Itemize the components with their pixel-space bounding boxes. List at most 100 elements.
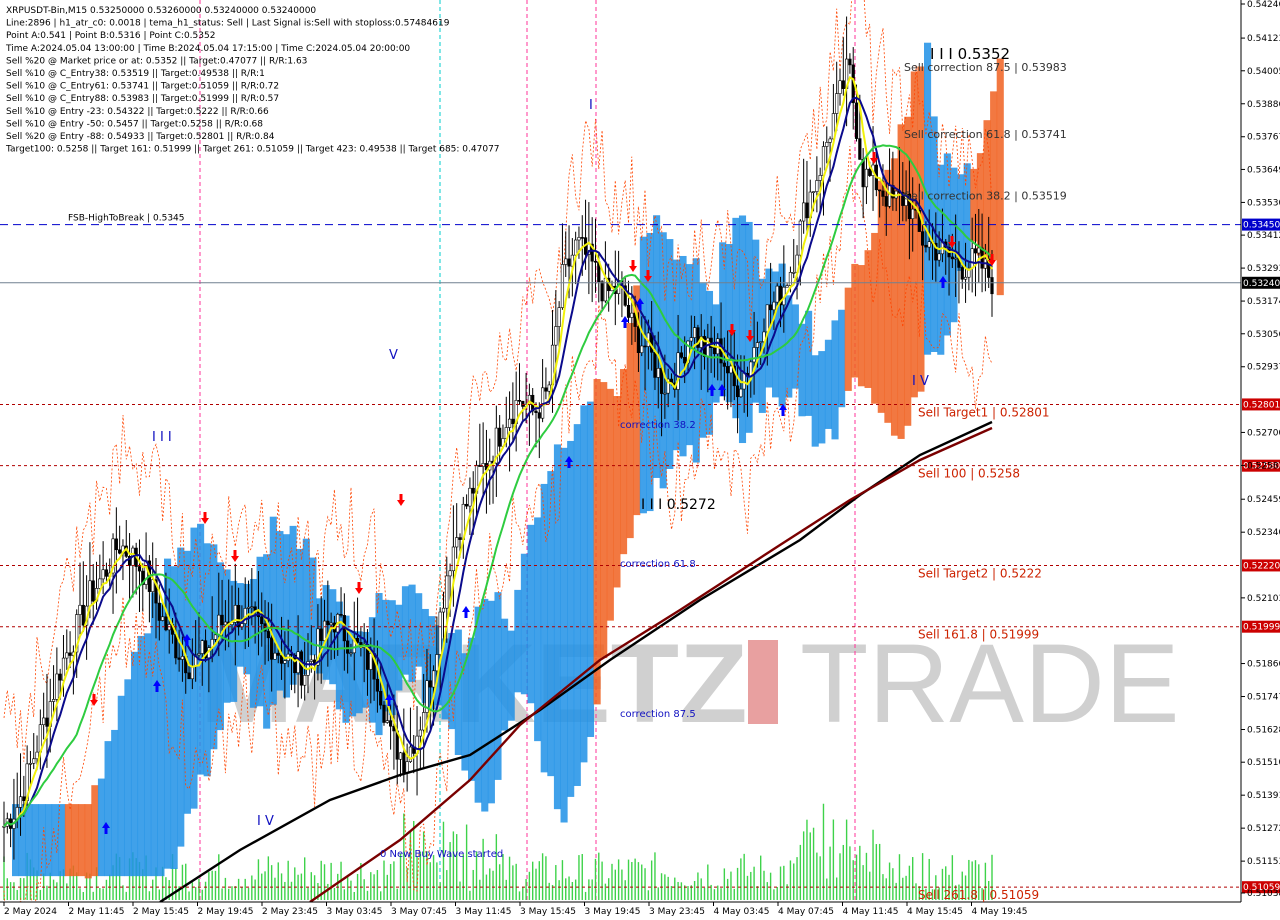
candle-body-102 <box>339 614 343 616</box>
cloud-segment-20 <box>78 804 86 877</box>
candle-body-126 <box>418 729 422 737</box>
level-tag-text-2: 0.52220 <box>1243 561 1280 571</box>
candle-body-9 <box>32 758 36 764</box>
y-tick-label-9: 0.53174 <box>1247 297 1280 307</box>
candle-body-295 <box>977 247 981 254</box>
candle-body-250 <box>828 138 832 143</box>
cloud-segment-18 <box>71 804 79 877</box>
candle-body-98 <box>326 620 330 626</box>
candle-body-247 <box>818 175 822 181</box>
cloud-segment-222 <box>745 221 753 433</box>
candle-body-299 <box>990 277 994 295</box>
cloud-segment-88 <box>302 538 310 675</box>
cloud-segment-298 <box>996 58 1004 296</box>
candle-body-113 <box>375 678 379 692</box>
candle-body-267 <box>884 196 888 207</box>
level-label-2: Sell Target2 | 0.5222 <box>918 566 1042 580</box>
candle-body-130 <box>431 670 436 688</box>
candle-body-164 <box>544 387 548 392</box>
cloud-segment-22 <box>84 804 92 879</box>
cloud-segment-118 <box>401 586 410 675</box>
current-price-tag-text: 0.53240 <box>1243 279 1280 289</box>
correction-label-2: Sell correction 38.2 | 0.53519 <box>904 189 1067 202</box>
candle-body-288 <box>954 257 958 260</box>
candle-body-54 <box>180 656 185 660</box>
candle-body-64 <box>213 634 218 640</box>
candle-body-228 <box>755 342 759 348</box>
y-tick-label-10: 0.53056 <box>1247 330 1280 340</box>
candle-body-278 <box>921 231 925 246</box>
candle-body-120 <box>398 752 403 760</box>
candle-body-293 <box>970 248 974 269</box>
info-line-6: Sell %10 @ C_Entry61: 0.53741 || Target:… <box>6 82 279 92</box>
candle-body-34 <box>114 538 118 551</box>
candle-body-170 <box>564 258 568 265</box>
candle-body-96 <box>319 628 323 641</box>
candle-body-74 <box>246 606 251 609</box>
info-line-1: Line:2896 | h1_atr_c0: 0.0018 | tema_h1_… <box>6 19 450 29</box>
candle-body-150 <box>498 427 502 447</box>
candle-body-31 <box>104 569 109 577</box>
cloud-segment-120 <box>408 584 416 682</box>
x-tick-label-13: 4 May 11:45 <box>843 907 899 917</box>
x-tick-label-1: 2 May 11:45 <box>69 907 125 917</box>
blue-label-1: correction 61.8 <box>620 559 696 570</box>
y-tick-label-24: 0.51038 <box>1247 889 1280 899</box>
candle-body-268 <box>887 185 892 207</box>
info-line-2: Point A:0.541 | Point B:0.5316 | Point C… <box>6 31 215 41</box>
candle-body-135 <box>448 570 452 577</box>
cloud-segment-152 <box>514 589 522 693</box>
info-line-11: Target100: 0.5258 || Target 161: 0.51999… <box>5 145 500 155</box>
candle-body-16 <box>55 673 59 700</box>
cloud-segment-246 <box>824 339 832 429</box>
candle-body-205 <box>679 352 683 358</box>
y-tick-label-11: 0.52937 <box>1247 363 1280 373</box>
x-tick-label-9: 3 May 19:45 <box>585 907 641 917</box>
candle-body-266 <box>881 190 885 197</box>
y-tick-label-14: 0.52459 <box>1247 495 1280 505</box>
candle-body-8 <box>28 762 33 765</box>
candle-body-19 <box>65 652 69 659</box>
cloud-segment-234 <box>785 295 793 398</box>
candle-body-117 <box>389 720 393 727</box>
candle-body-81 <box>270 637 274 660</box>
info-line-8: Sell %10 @ Entry -23: 0.54322 || Target:… <box>6 107 269 117</box>
wave-label-1: I I I 0.5272 <box>641 497 716 513</box>
y-tick-label-13: 0.52581 <box>1247 461 1280 471</box>
wave-label-0: I I I 0.5352 <box>930 45 1010 63</box>
candle-body-153 <box>507 418 512 428</box>
cloud-segment-4 <box>25 804 33 877</box>
candle-body-243 <box>805 202 809 219</box>
candle-body-206 <box>683 357 687 364</box>
candle-body-133 <box>441 607 446 613</box>
cloud-segment-44 <box>157 602 165 877</box>
cloud-segment-244 <box>818 351 826 444</box>
candle-body-132 <box>438 611 442 655</box>
candle-body-199 <box>659 368 664 394</box>
candle-body-27 <box>91 580 95 602</box>
candle-body-53 <box>177 657 181 660</box>
candle-body-121 <box>402 752 406 773</box>
candle-body-156 <box>517 400 522 402</box>
cloud-segment-214 <box>719 242 727 397</box>
x-tick-label-10: 3 May 23:45 <box>649 907 705 917</box>
x-tick-label-14: 4 May 15:45 <box>907 907 963 917</box>
cloud-segment-28 <box>104 741 112 877</box>
candle-body-78 <box>260 616 264 625</box>
candle-body-241 <box>798 220 802 256</box>
cloud-segment-122 <box>415 593 423 667</box>
cloud-segment-178 <box>600 382 608 659</box>
candle-body-138 <box>458 537 462 540</box>
candle-body-75 <box>250 606 254 609</box>
candle-body-190 <box>630 312 634 318</box>
candle-body-254 <box>841 80 845 89</box>
candle-body-104 <box>346 640 350 654</box>
cloud-segment-162 <box>547 471 555 777</box>
candle-body-24 <box>81 604 85 626</box>
y-tick-label-19: 0.51628 <box>1247 725 1280 735</box>
candle-body-175 <box>580 237 584 239</box>
cloud-segment-150 <box>507 630 515 721</box>
cloud-segment-134 <box>454 629 462 756</box>
candle-body-93 <box>309 659 313 662</box>
level-label-1: Sell 100 | 0.5258 <box>918 467 1020 481</box>
